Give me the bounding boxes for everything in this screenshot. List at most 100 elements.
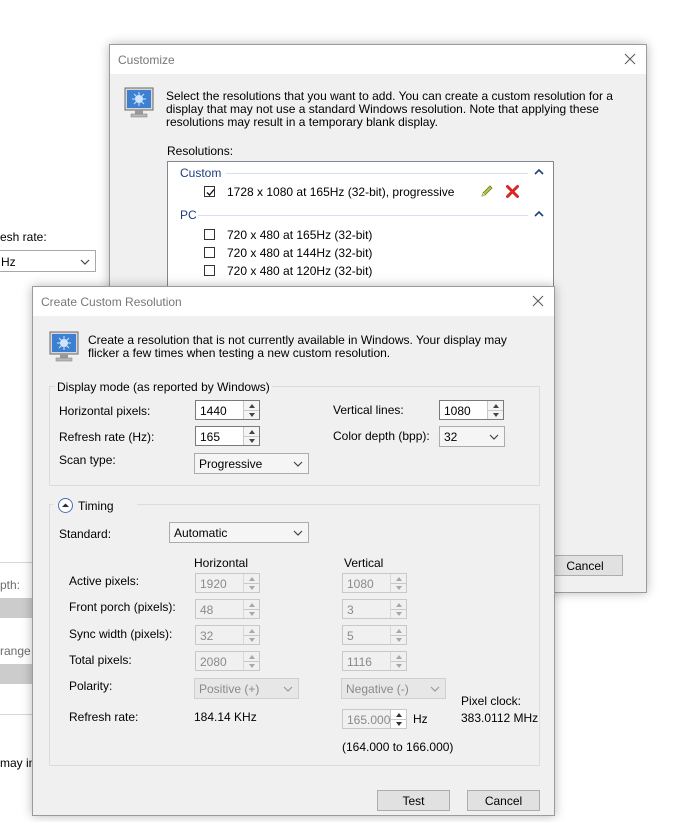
chevron-down-icon [293,461,303,467]
standard-value: Automatic [174,526,228,540]
horizontal-pixels-value: 1440 [200,404,227,418]
stepper-down-icon [244,583,259,592]
color-depth-label: Color depth (bpp): [333,429,430,443]
bg-refresh-rate-select[interactable]: Hz [0,250,96,272]
resolution-item-label[interactable]: 720 x 480 at 120Hz (32-bit) [227,264,372,278]
stepper-down-icon [391,635,406,644]
scan-type-value: Progressive [199,457,263,471]
stepper-value: 2080 [200,655,227,669]
resolution-item-label[interactable]: 720 x 480 at 144Hz (32-bit) [227,246,372,260]
active-pixels-horizontal-stepper: 1920 [195,573,260,593]
vertical-polarity-select: Negative (-) [341,678,446,699]
chevron-down-icon [489,434,499,440]
checkmark-icon [206,189,215,196]
vertical-polarity-value: Negative (-) [346,682,409,696]
bg-divider [0,714,35,715]
stepper-down-icon[interactable] [244,410,259,419]
create-custom-titlebar: Create Custom Resolution [33,287,554,316]
stepper-down-icon[interactable] [488,410,503,419]
delete-x-icon[interactable] [505,184,520,199]
hz-unit-label: Hz [413,712,428,726]
vertical-refresh-rate-stepper: 165.000 [342,709,407,729]
chevron-down-icon [293,530,303,536]
refresh-rate-label: Refresh rate (Hz): [59,430,155,444]
pixel-clock-label: Pixel clock: [461,694,522,708]
stepper-value: 1920 [200,577,227,591]
stepper-down-icon [244,609,259,618]
scan-type-select[interactable]: Progressive [194,453,309,474]
monitor-icon [49,331,79,362]
refresh-rate-stepper[interactable]: 165 [195,426,260,446]
polarity-label: Polarity: [69,679,113,693]
stepper-down-icon [391,661,406,670]
collapse-timing-button[interactable] [58,498,73,513]
test-button[interactable]: Test [377,790,450,811]
group-header-divider [226,173,528,174]
customize-title: Customize [118,53,175,67]
group-header-pc[interactable]: PC [180,208,197,222]
total-pixels-label: Total pixels: [69,653,132,667]
resolution-checkbox[interactable] [204,229,215,240]
chevron-up-icon [62,503,69,507]
bg-refresh-rate-label: esh rate: [0,230,47,244]
stepper-down-icon [391,719,406,728]
create-custom-title: Create Custom Resolution [41,295,182,309]
horizontal-polarity-value: Positive (+) [199,682,260,696]
bg-refresh-rate-value: Hz [1,255,16,269]
customize-cancel-button[interactable]: Cancel [547,555,623,576]
vertical-column-header: Vertical [344,556,384,570]
bg-range-select[interactable] [0,664,35,684]
refresh-range-text: (164.000 to 166.000) [342,740,454,754]
resolution-checkbox[interactable] [204,186,215,197]
color-depth-value: 32 [444,430,458,444]
resolutions-list[interactable]: Custom 1728 x 1080 at 165Hz (32-bit), pr… [167,161,554,287]
horizontal-polarity-select: Positive (+) [194,678,299,699]
stepper-value: 32 [200,629,214,643]
bg-depth-label: pth: [0,578,21,592]
stepper-value: 1116 [347,655,372,669]
bg-depth-select[interactable] [0,598,35,618]
stepper-down-icon[interactable] [244,436,259,445]
close-icon[interactable] [620,49,640,69]
resolution-item-label[interactable]: 1728 x 1080 at 165Hz (32-bit), progressi… [227,185,454,199]
color-depth-select[interactable]: 32 [439,426,505,447]
create-custom-description: Create a resolution that is not currentl… [88,333,507,360]
stepper-value: 1080 [347,577,374,591]
collapse-caret-icon[interactable] [534,210,544,218]
stepper-value: 5 [347,629,354,643]
stepper-down-icon [244,661,259,670]
resolution-checkbox[interactable] [204,247,215,258]
vertical-lines-label: Vertical lines: [333,403,404,417]
stepper-down-icon [391,609,406,618]
close-icon[interactable] [528,291,548,311]
timing-refresh-rate-label: Refresh rate: [69,710,139,724]
horizontal-pixels-stepper[interactable]: 1440 [195,400,260,420]
resolution-item-label[interactable]: 720 x 480 at 165Hz (32-bit) [227,228,372,242]
sync-width-horizontal-stepper: 32 [195,625,260,645]
front-porch-vertical-stepper: 3 [342,599,407,619]
stepper-value: 48 [200,603,214,617]
horizontal-refresh-rate-value: 184.14 KHz [194,710,257,724]
total-pixels-vertical-stepper: 1116 [342,651,407,671]
chevron-down-icon [283,686,293,692]
chevron-down-icon [430,686,440,692]
vertical-refresh-rate-value: 165.000 [347,713,391,727]
active-pixels-vertical-stepper: 1080 [342,573,407,593]
vertical-lines-value: 1080 [444,404,471,418]
standard-label: Standard: [59,527,112,541]
collapse-caret-icon[interactable] [534,168,544,176]
edit-pencil-icon[interactable] [480,184,494,198]
active-pixels-label: Active pixels: [69,574,140,588]
stepper-value: 3 [347,603,354,617]
bg-divider [0,562,35,563]
vertical-lines-stepper[interactable]: 1080 [439,400,504,420]
resolutions-label: Resolutions: [167,144,234,158]
total-pixels-horizontal-stepper: 2080 [195,651,260,671]
group-header-custom[interactable]: Custom [180,166,221,180]
resolution-checkbox[interactable] [204,265,215,276]
customize-titlebar: Customize [110,45,646,74]
cancel-button[interactable]: Cancel [467,790,540,811]
customize-description: Select the resolutions that you want to … [166,89,613,129]
front-porch-horizontal-stepper: 48 [195,599,260,619]
standard-select[interactable]: Automatic [169,522,309,543]
